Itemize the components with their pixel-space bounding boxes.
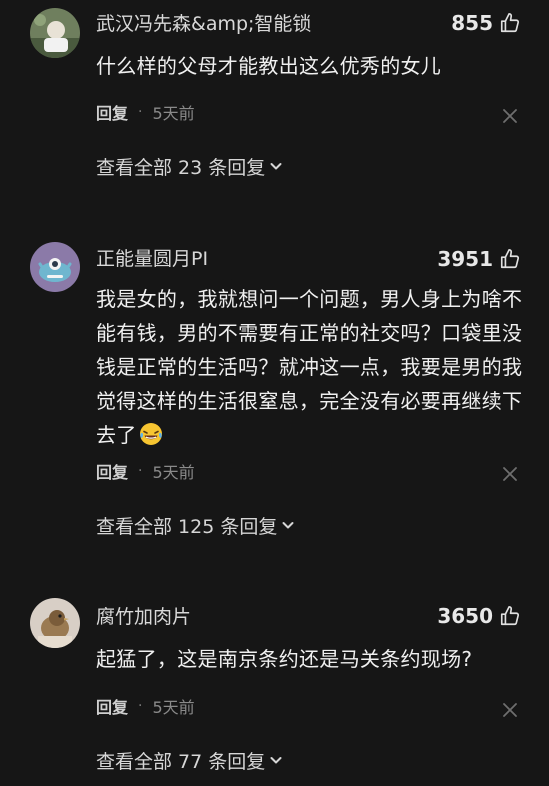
chevron-down-icon	[265, 159, 283, 173]
comment-meta: 回复 · 5天前	[96, 694, 195, 718]
comment-text: 起猛了，这是南京条约还是马关条约现场?	[96, 647, 473, 671]
thumbs-up-icon	[499, 12, 521, 34]
avatar-image	[30, 242, 80, 292]
timestamp: 5天前	[152, 104, 195, 123]
close-icon[interactable]	[501, 701, 519, 719]
view-replies-label: 查看全部 23 条回复	[96, 156, 266, 179]
avatar[interactable]	[30, 598, 80, 648]
reply-button[interactable]: 回复	[96, 459, 128, 483]
separator-dot: ·	[138, 463, 143, 479]
like-button[interactable]: 855	[451, 11, 521, 35]
view-replies-button[interactable]: 查看全部 125 条回复	[96, 511, 295, 539]
comment-meta: 回复 · 5天前	[96, 100, 195, 124]
username[interactable]: 武汉冯先森&amp;智能锁	[96, 12, 311, 36]
separator-dot: ·	[138, 104, 143, 120]
timestamp: 5天前	[152, 463, 195, 482]
close-icon[interactable]	[501, 107, 519, 125]
comment-text: 什么样的父母才能教出这么优秀的女儿	[96, 54, 442, 78]
avatar-image	[30, 8, 80, 58]
avatar-image	[30, 598, 80, 648]
separator-dot: ·	[138, 698, 143, 714]
thumbs-up-icon	[499, 605, 521, 627]
reply-button[interactable]: 回复	[96, 100, 128, 124]
view-replies-label: 查看全部 125 条回复	[96, 515, 278, 538]
like-button[interactable]: 3951	[437, 247, 521, 271]
comment-item: 腐竹加肉片 3650 起猛了，这是南京条约还是马关条约现场? 回复 · 5天前 …	[0, 590, 549, 786]
like-button[interactable]: 3650	[437, 604, 521, 628]
chevron-down-icon	[265, 753, 283, 767]
view-replies-button[interactable]: 查看全部 23 条回复	[96, 152, 283, 180]
timestamp: 5天前	[152, 698, 195, 717]
avatar[interactable]	[30, 8, 80, 58]
comment-meta: 回复 · 5天前	[96, 459, 195, 483]
reply-button[interactable]: 回复	[96, 694, 128, 718]
view-replies-button[interactable]: 查看全部 77 条回复	[96, 746, 283, 774]
like-count: 3951	[437, 247, 493, 271]
comment-item: 正能量圆月PI 3951 我是女的，我就想问一个问题，男人身上为啥不能有钱，男的…	[0, 230, 549, 560]
avatar[interactable]	[30, 242, 80, 292]
username[interactable]: 正能量圆月PI	[96, 247, 208, 271]
comment-item: 武汉冯先森&amp;智能锁 855 什么样的父母才能教出这么优秀的女儿 回复 ·…	[0, 0, 549, 200]
close-icon[interactable]	[501, 465, 519, 483]
laughing-crying-emoji	[139, 422, 163, 446]
view-replies-label: 查看全部 77 条回复	[96, 750, 266, 773]
thumbs-up-icon	[499, 248, 521, 270]
like-count: 3650	[437, 604, 493, 628]
chevron-down-icon	[277, 518, 295, 532]
comment-text: 我是女的，我就想问一个问题，男人身上为啥不能有钱，男的不需要有正常的社交吗？口袋…	[96, 282, 526, 452]
username[interactable]: 腐竹加肉片	[96, 605, 191, 629]
like-count: 855	[451, 11, 493, 35]
